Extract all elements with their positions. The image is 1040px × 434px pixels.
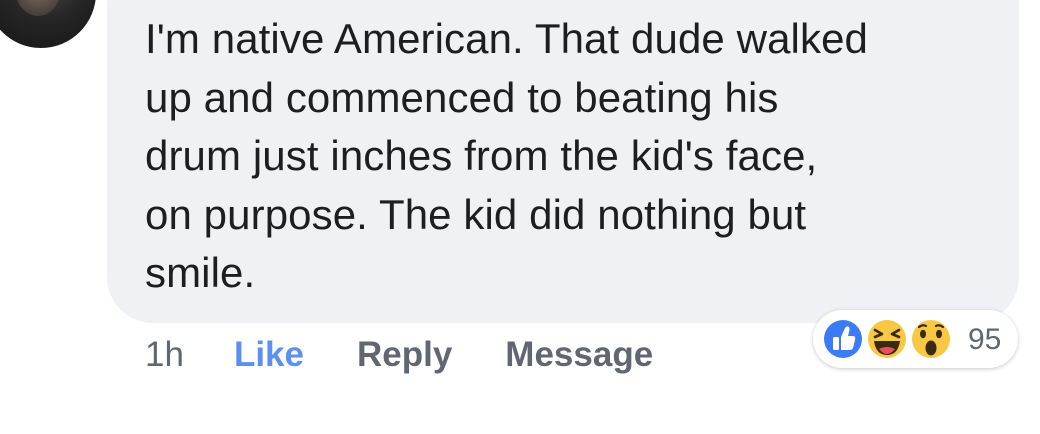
message-button[interactable]: Message <box>505 335 653 375</box>
wow-reaction-icon <box>909 317 953 361</box>
comment-line: up and commenced to beating his <box>145 73 779 121</box>
reply-button[interactable]: Reply <box>357 335 452 375</box>
like-button[interactable]: Like <box>234 335 304 375</box>
comment-line: I'm native American. That dude walked <box>145 15 868 62</box>
reaction-count: 95 <box>968 323 1002 356</box>
comment-actions: 1h Like Reply Message <box>145 330 706 380</box>
reactions-summary[interactable]: 95 <box>813 310 1018 368</box>
reaction-icons <box>821 317 953 361</box>
haha-reaction-icon <box>865 317 909 361</box>
avatar-face <box>16 0 60 16</box>
comment-screen: I'm native American. That dude walked up … <box>0 0 1040 434</box>
comment-line: drum just inches from the kid's face, <box>145 132 818 179</box>
like-reaction-icon <box>821 317 865 361</box>
comment-line: smile. <box>145 249 256 296</box>
avatar[interactable] <box>0 0 96 48</box>
comment-timestamp: 1h <box>145 335 184 374</box>
comment-text: I'm native American. That dude walked up … <box>145 10 1005 303</box>
comment-line: on purpose. The kid did nothing but <box>145 190 807 238</box>
